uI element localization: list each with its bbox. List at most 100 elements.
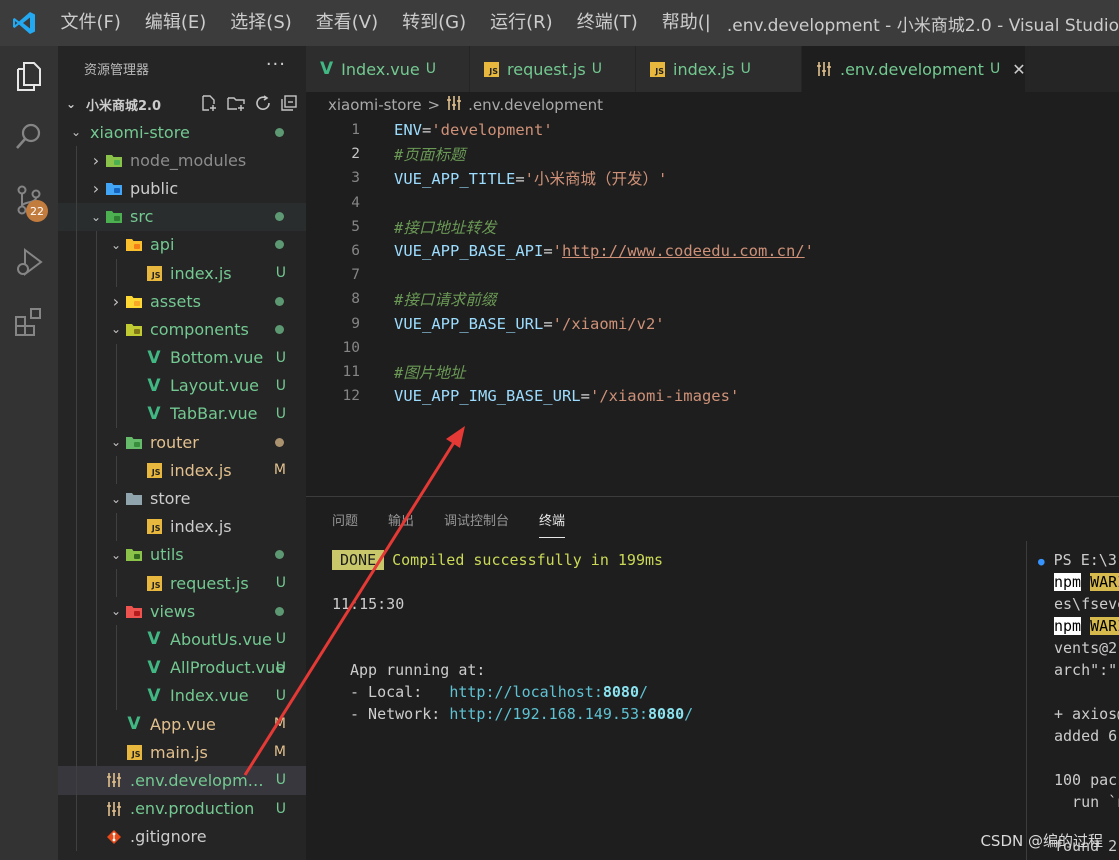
indent-guide [76,709,77,739]
tree-item[interactable]: V AllProduct.vue U [58,653,306,682]
code-token: ' [804,242,814,260]
line-number: 8 [351,291,360,308]
terminal2-line-7: added 6 [1054,727,1118,745]
tree-item[interactable]: .env.production U [58,794,306,823]
tree-item-label: request.js [170,573,249,593]
code-token: = [515,170,525,189]
folder-comp-icon [124,320,144,338]
panel-tab-1[interactable]: 输出 [388,497,414,542]
chevron-down-icon: ⌄ [110,237,122,252]
tree-item[interactable]: JS index.js [58,512,306,541]
code-token: = [543,242,553,260]
breadcrumb-file[interactable]: .env.development [468,96,603,114]
panel-tab-3[interactable]: 终端 [539,497,566,542]
indent-guide [96,456,97,485]
indent-guide [96,287,97,316]
project-root[interactable]: ⌄ 小米商城2.0 [58,90,306,118]
breadcrumb-folder[interactable]: xiaomi-store [328,96,422,114]
collapse-all-icon[interactable] [280,94,298,116]
tree-item[interactable]: ⌄ xiaomi-store [58,118,306,146]
tree-item[interactable]: V AboutUs.vue U [58,625,306,654]
menu-item-0[interactable]: 文件(F) [48,0,132,46]
code-line: 5 #接口地址转发 [306,215,1119,239]
git-status-dot [275,437,284,447]
local-url[interactable]: http://localhost: [449,683,603,701]
tab-label: Index.vue [341,59,420,79]
tree-item[interactable]: JS index.js M [58,456,306,485]
indent-guide [96,258,97,288]
terminal-split-divider[interactable] [1026,541,1027,860]
tree-item[interactable]: › node_modules [58,146,306,175]
network-url[interactable]: http://192.168.149.53: [449,705,648,723]
tab-status: U [989,61,1001,77]
tree-item-label: AllProduct.vue [170,658,286,678]
warn-label: WARI [1090,617,1119,635]
panel-tab-0[interactable]: 问题 [332,497,358,542]
code-token: = [422,121,432,139]
explorer-icon[interactable] [9,56,49,96]
menu-item-3[interactable]: 查看(V) [304,0,390,46]
js-icon: JS [144,264,164,282]
tree-item-label: Index.vue [170,686,249,706]
tab-3[interactable]: .env.development U ✕ [802,46,1026,92]
code-line: 4 [306,191,1119,215]
settings-file-icon [446,95,462,115]
tab-1[interactable]: JS request.js U [470,46,636,92]
menu-item-1[interactable]: 编辑(E) [133,0,218,46]
tree-item[interactable]: JS main.js M [58,738,306,767]
tree-item[interactable]: .gitignore [58,822,306,851]
tree-item[interactable]: V Bottom.vue U [58,343,306,372]
tree-item[interactable]: JS request.js U [58,569,306,598]
tree-item[interactable]: V Layout.vue U [58,371,306,400]
run-debug-icon[interactable] [9,242,49,282]
tree-item[interactable]: ⌄ components [58,315,306,344]
new-folder-icon[interactable] [226,94,246,116]
tree-item[interactable]: ⌄ views [58,597,306,626]
new-file-icon[interactable] [200,94,218,116]
vue-icon: V [147,685,161,706]
search-icon[interactable] [9,116,49,156]
git-status-dot [275,240,284,250]
git-status-dot [275,324,284,334]
menu-item-7[interactable]: 帮助(| [650,0,723,46]
tree-item[interactable]: V App.vue M [58,709,306,739]
js-file-icon: JS [484,61,499,77]
menu-item-4[interactable]: 转到(G) [390,0,478,46]
tree-item[interactable]: › assets [58,287,306,316]
extensions-icon[interactable] [9,302,49,342]
tree-item[interactable]: ⌄ utils [58,540,306,569]
code-token: VUE_APP_TITLE [394,170,516,189]
tree-item[interactable]: V TabBar.vue U [58,399,306,429]
chevron-down-icon: ⌄ [110,322,122,337]
code-editor[interactable]: 1 ENV='development' 2 #页面标题 3 VUE_APP_TITLE='… [306,118,1119,496]
more-actions-icon[interactable]: ··· [266,54,286,75]
git-status-dot [275,296,284,306]
close-icon[interactable]: ✕ [1012,60,1025,79]
menu-item-2[interactable]: 选择(S) [218,0,303,46]
tree-item[interactable]: .env.developme... U [58,766,306,795]
refresh-icon[interactable] [254,94,272,116]
tab-2[interactable]: JS index.js U [636,46,802,92]
tree-item[interactable]: ⌄ router [58,428,306,457]
code-token: VUE_APP_BASE_API [394,242,544,260]
code-token: VUE_APP_BASE_URL [394,314,544,333]
menu-item-6[interactable]: 终端(T) [565,0,650,46]
code-line: 8 #接口请求前缀 [306,287,1119,311]
panel-tab-2[interactable]: 调试控制台 [444,497,509,542]
tree-item[interactable]: JS index.js U [58,258,306,288]
chevron-down-icon: ⌄ [90,209,102,224]
code-token: #接口地址转发 [394,218,497,237]
folder-router-icon [124,433,144,451]
tree-item[interactable]: ⌄ src [58,202,306,231]
tree-item[interactable]: V Index.vue U [58,681,306,710]
tab-0[interactable]: V Index.vue U [306,46,470,92]
tree-item[interactable]: › public [58,174,306,203]
terminal-network-line: - Network: http://192.168.149.53:8080/ [350,705,693,723]
indent-guide [76,399,77,429]
tree-item[interactable]: ⌄ store [58,484,306,513]
menu-item-5[interactable]: 运行(R) [478,0,565,46]
folder-node-icon [104,151,124,169]
tree-item-label: src [130,207,154,227]
tree-item[interactable]: ⌄ api [58,230,306,259]
compiled-message: Compiled successfully in 199ms [392,551,664,569]
